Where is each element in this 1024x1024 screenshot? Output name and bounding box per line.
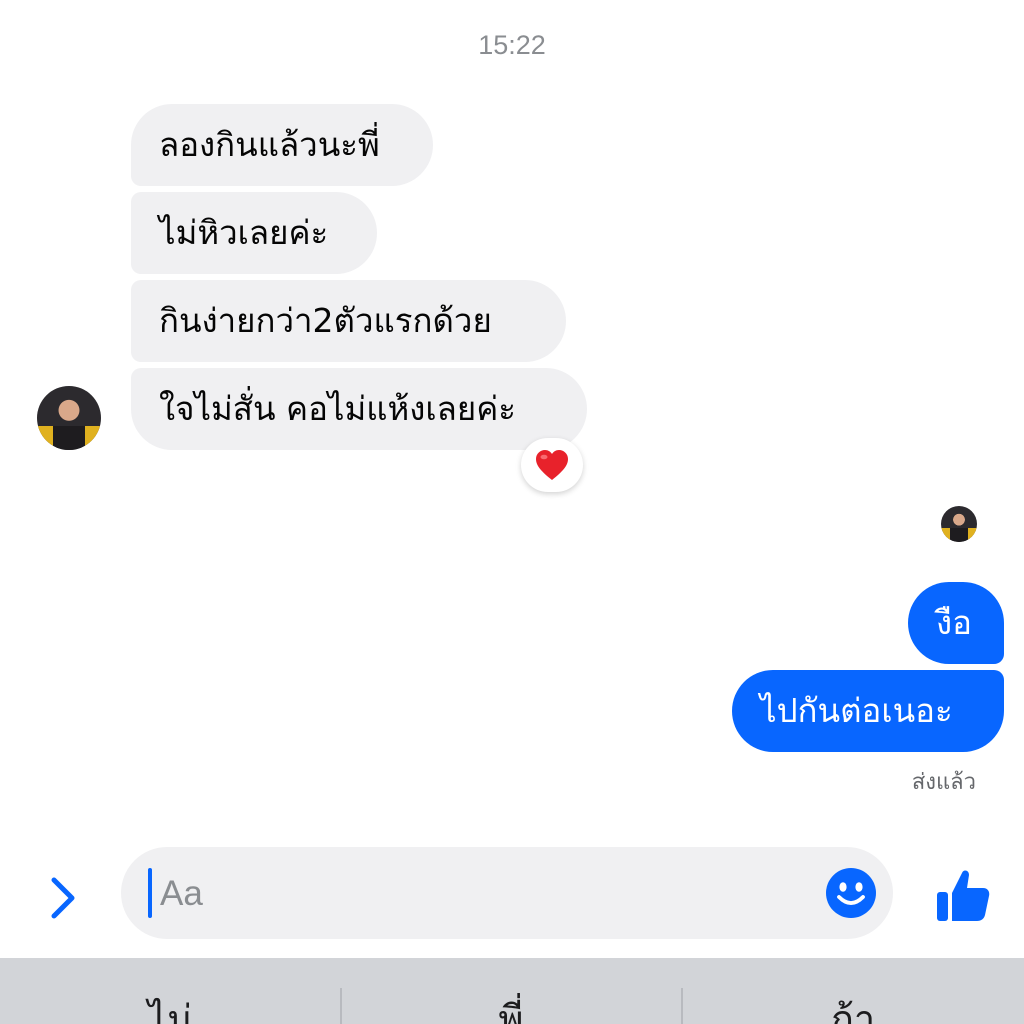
sent-message[interactable]: ไปกันต่อเนอะ xyxy=(732,670,1004,752)
suggestion-item[interactable]: ถ้า xyxy=(682,958,1024,1024)
text-cursor xyxy=(148,868,152,918)
emoji-button[interactable] xyxy=(825,867,877,919)
sent-message[interactable]: งือ xyxy=(908,582,1004,664)
suggestion-label: ไม่ xyxy=(147,997,193,1024)
message-reaction[interactable] xyxy=(521,438,583,492)
suggestion-label: พี่ xyxy=(498,997,524,1024)
message-input[interactable] xyxy=(158,860,802,928)
message-timestamp: 15:22 xyxy=(478,30,546,60)
received-message[interactable]: ไม่หิวเลยค่ะ xyxy=(131,192,377,274)
keyboard-suggestion-bar: ไม่ พี่ ถ้า xyxy=(0,958,1024,1024)
suggestion-label: ถ้า xyxy=(830,997,876,1024)
received-message[interactable]: ใจไม่สั่น คอไม่แห้งเลยค่ะ xyxy=(131,368,587,450)
contact-avatar[interactable] xyxy=(37,386,101,450)
heart-icon xyxy=(536,450,568,480)
like-button[interactable] xyxy=(934,866,992,924)
thumbs-up-icon xyxy=(937,870,990,921)
expand-actions-button[interactable] xyxy=(40,872,86,924)
smiley-icon xyxy=(826,868,876,918)
received-message[interactable]: กินง่ายกว่า2ตัวแรกด้วย xyxy=(131,280,566,362)
delivery-status: ส่งแล้ว xyxy=(911,770,976,795)
chevron-right-icon xyxy=(51,877,75,919)
suggestion-item[interactable]: พี่ xyxy=(341,958,681,1024)
suggestion-item[interactable]: ไม่ xyxy=(0,958,340,1024)
received-message[interactable]: ลองกินแล้วนะพี่ xyxy=(131,104,433,186)
seen-avatar xyxy=(941,506,977,542)
